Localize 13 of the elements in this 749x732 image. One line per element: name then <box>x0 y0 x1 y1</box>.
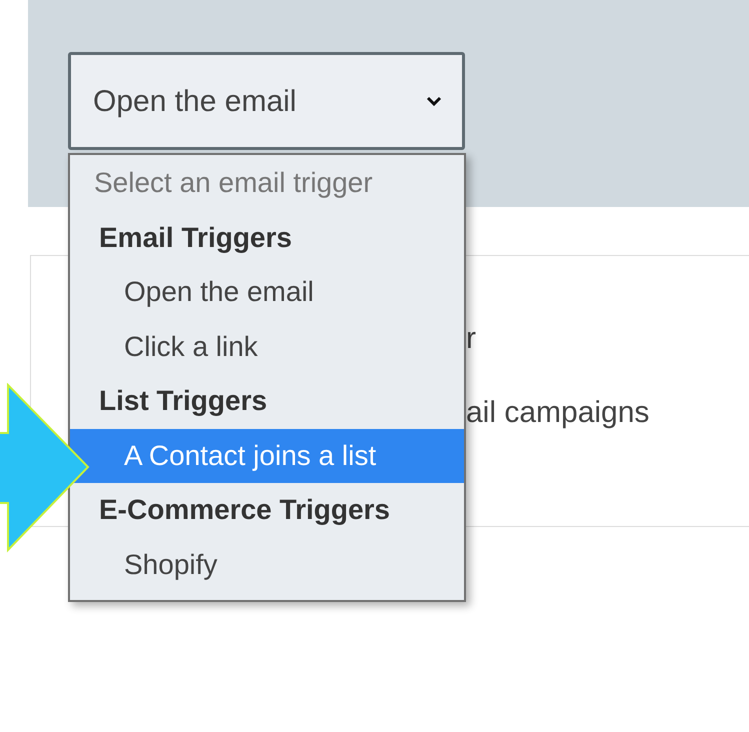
dropdown-option[interactable]: A Contact joins a list <box>70 428 464 483</box>
placeholder-option[interactable]: Select an email trigger <box>70 156 464 210</box>
card-text: ail campaigns <box>466 396 650 430</box>
group-heading: E-Commerce Triggers <box>98 493 391 528</box>
chevron-down-icon <box>426 95 442 107</box>
card-text: r <box>466 322 477 356</box>
select-value: Open the email <box>93 84 296 120</box>
dropdown-option[interactable]: Click a link <box>70 320 464 374</box>
trigger-select[interactable]: Open the email <box>68 52 465 150</box>
group-heading: Email Triggers <box>98 220 293 255</box>
group-heading: List Triggers <box>98 384 268 418</box>
dropdown-option[interactable]: Shopify <box>70 538 464 592</box>
dropdown-option[interactable]: Open the email <box>70 265 464 320</box>
